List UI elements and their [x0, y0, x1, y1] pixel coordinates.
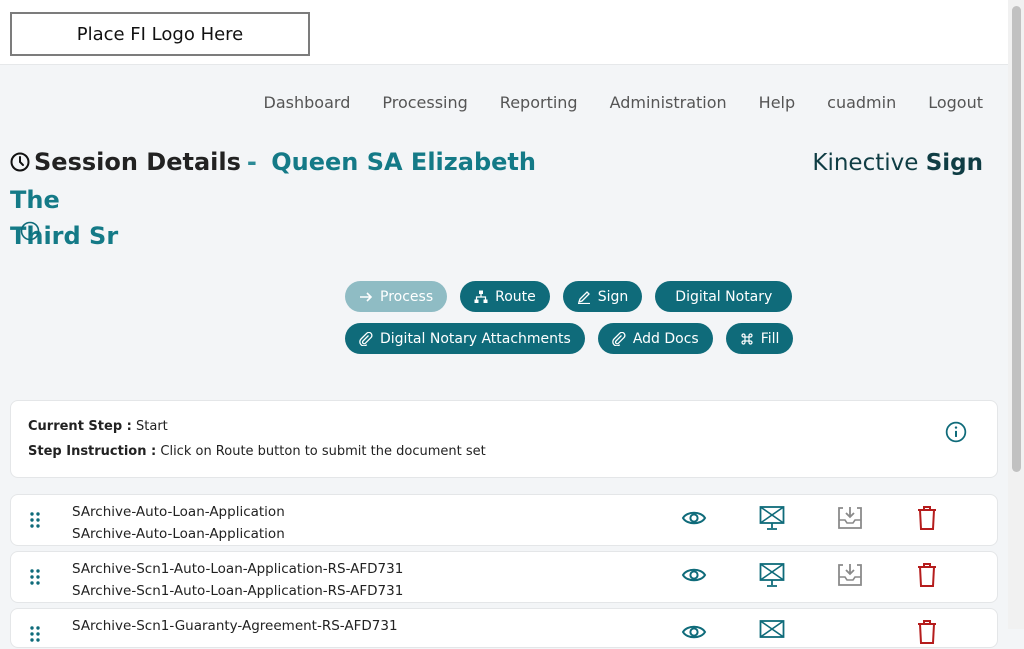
- fill-label: Fill: [760, 330, 780, 347]
- nav-logout[interactable]: Logout: [928, 93, 983, 112]
- document-row[interactable]: SArchive-Scn1-Guaranty-Agreement-RS-AFD7…: [10, 608, 998, 648]
- current-step: Current Step : Start: [28, 419, 168, 434]
- nav-processing[interactable]: Processing: [382, 93, 467, 112]
- inbox-download-icon[interactable]: [837, 562, 863, 592]
- trash-icon[interactable]: [916, 562, 938, 592]
- page-scrollbar[interactable]: [1008, 0, 1024, 629]
- add-docs-label: Add Docs: [632, 330, 699, 347]
- eye-icon[interactable]: [681, 619, 707, 649]
- process-button[interactable]: Process: [345, 281, 448, 312]
- command-icon: [741, 332, 753, 345]
- document-names: SArchive-Scn1-Auto-Loan-Application-RS-A…: [72, 558, 403, 602]
- drag-handle-icon[interactable]: [29, 511, 41, 533]
- current-step-label: Current Step :: [28, 419, 132, 434]
- brand-logo: Kinective Sign: [812, 150, 983, 176]
- nav-reporting[interactable]: Reporting: [500, 93, 578, 112]
- document-subname: SArchive-Auto-Loan-Application: [72, 526, 285, 542]
- brand-part2: Sign: [925, 150, 983, 176]
- envelope-monitor-icon[interactable]: [759, 505, 785, 535]
- envelope-monitor-icon[interactable]: [759, 562, 785, 592]
- paperclip-icon: [359, 331, 373, 346]
- eye-icon[interactable]: [681, 562, 707, 592]
- current-step-value: Start: [136, 419, 168, 434]
- inbox-download-icon[interactable]: [837, 505, 863, 535]
- document-name: SArchive-Scn1-Guaranty-Agreement-RS-AFD7…: [72, 618, 398, 634]
- title-separator: -: [246, 148, 257, 176]
- pen-icon: [577, 290, 590, 304]
- digital-notary-attachments-label: Digital Notary Attachments: [380, 330, 571, 347]
- nav-help[interactable]: Help: [759, 93, 795, 112]
- route-label: Route: [495, 288, 536, 305]
- top-bar: Place FI Logo Here: [0, 0, 1008, 65]
- sign-button[interactable]: Sign: [562, 281, 643, 312]
- action-row-2: Digital Notary Attachments Add Docs Fill: [345, 323, 794, 354]
- step-instruction-value: Click on Route button to submit the docu…: [160, 444, 486, 459]
- document-subname: SArchive-Scn1-Auto-Loan-Application-RS-A…: [72, 583, 404, 599]
- nav-user[interactable]: cuadmin: [827, 93, 896, 112]
- step-card: Current Step : Start Step Instruction : …: [10, 400, 998, 478]
- title-label: Session Details: [34, 148, 241, 176]
- scrollbar-thumb[interactable]: [1012, 6, 1021, 472]
- route-button[interactable]: Route: [460, 281, 550, 312]
- info-icon[interactable]: [20, 221, 40, 245]
- nav-administration[interactable]: Administration: [610, 93, 727, 112]
- paperclip-icon: [612, 331, 626, 346]
- document-row[interactable]: SArchive-Auto-Loan-Application SArchive-…: [10, 494, 998, 546]
- digital-notary-label: Digital Notary: [675, 288, 773, 305]
- sign-label: Sign: [597, 288, 629, 305]
- sitemap-icon: [474, 290, 488, 303]
- process-label: Process: [380, 288, 434, 305]
- action-row-1: Process Route Sign Digital Notary: [345, 281, 793, 312]
- digital-notary-attachments-button[interactable]: Digital Notary Attachments: [345, 323, 585, 354]
- digital-notary-button[interactable]: Digital Notary: [655, 281, 793, 312]
- arrow-right-icon: [360, 291, 373, 302]
- step-instruction-label: Step Instruction :: [28, 444, 157, 459]
- drag-handle-icon[interactable]: [29, 568, 41, 590]
- trash-icon[interactable]: [916, 505, 938, 535]
- step-instruction: Step Instruction : Click on Route button…: [28, 444, 486, 459]
- page-title: Session Details - Queen SA Elizabeth The …: [10, 144, 570, 254]
- document-row[interactable]: SArchive-Scn1-Auto-Loan-Application-RS-A…: [10, 551, 998, 603]
- drag-handle-icon[interactable]: [29, 625, 41, 647]
- envelope-monitor-icon[interactable]: [759, 619, 785, 649]
- eye-icon[interactable]: [681, 505, 707, 535]
- info-icon[interactable]: [945, 421, 967, 447]
- add-docs-button[interactable]: Add Docs: [597, 323, 713, 354]
- document-names: SArchive-Scn1-Guaranty-Agreement-RS-AFD7…: [72, 615, 398, 637]
- clock-icon: [10, 146, 30, 182]
- fill-button[interactable]: Fill: [725, 323, 794, 354]
- trash-icon[interactable]: [916, 619, 938, 649]
- main-nav: Dashboard Processing Reporting Administr…: [232, 93, 983, 112]
- brand-part1: Kinective: [812, 150, 919, 176]
- logo-placeholder: Place FI Logo Here: [10, 12, 310, 56]
- document-names: SArchive-Auto-Loan-Application SArchive-…: [72, 501, 285, 545]
- document-name: SArchive-Scn1-Auto-Loan-Application-RS-A…: [72, 561, 404, 577]
- document-name: SArchive-Auto-Loan-Application: [72, 504, 285, 520]
- nav-dashboard[interactable]: Dashboard: [264, 93, 351, 112]
